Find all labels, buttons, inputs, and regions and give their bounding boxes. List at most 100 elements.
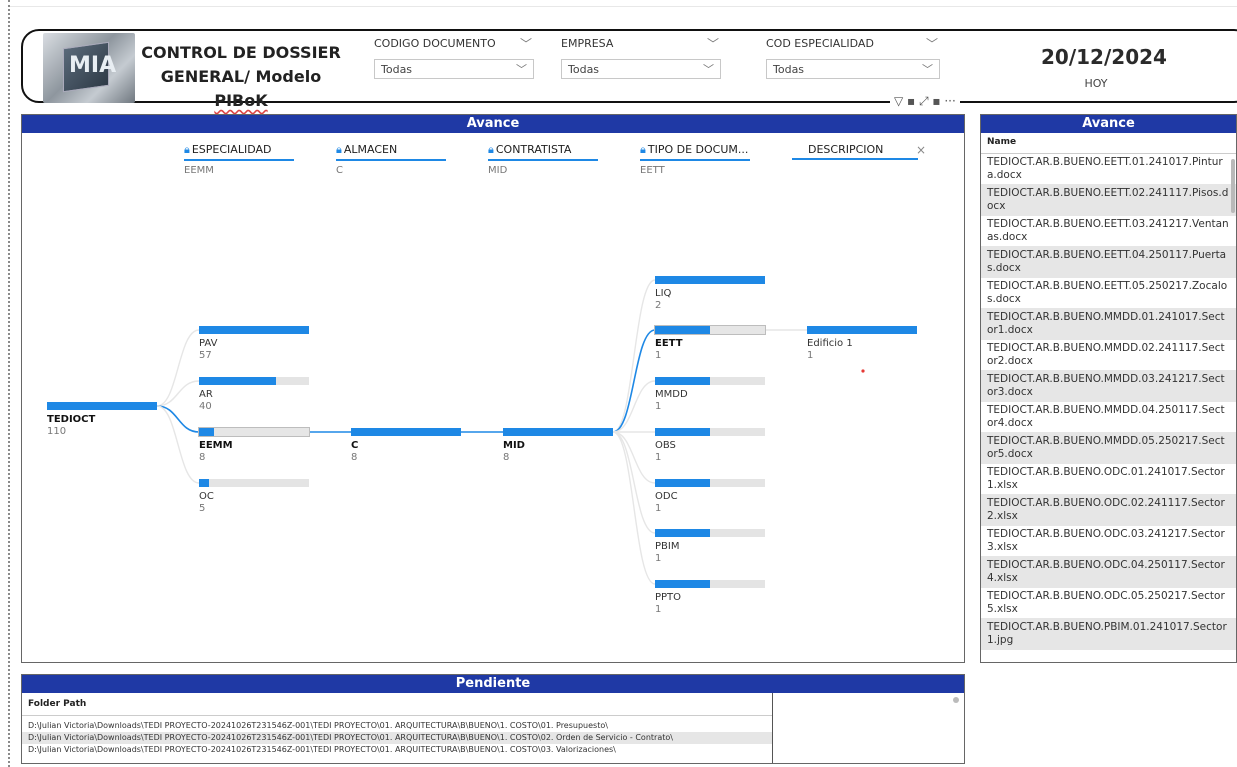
tree-node-mid[interactable]: MID 8 — [503, 428, 613, 463]
node-label: TEDIOCT — [47, 414, 96, 425]
slicer-label: CODIGO DOCUMENTO — [374, 37, 496, 50]
tree-node-eett[interactable]: EETT 1 — [654, 325, 766, 361]
tree-node-obs[interactable]: OBS 1 — [655, 428, 765, 463]
table-row[interactable]: TEDIOCT.AR.B.BUENO.PBIM.01.241017.Sector… — [981, 619, 1236, 650]
chevron-down-icon[interactable]: ﹀ — [707, 35, 719, 52]
table-row[interactable]: TEDIOCT.AR.B.BUENO.EETT.02.241117.Pisos.… — [981, 185, 1236, 216]
node-count: 40 — [199, 401, 212, 412]
node-bar[interactable] — [655, 377, 765, 385]
level-header-descripcion[interactable]: DESCRIPCION × — [792, 143, 926, 160]
node-bar-fill — [655, 529, 710, 537]
slicer-label: COD ESPECIALIDAD — [766, 37, 874, 50]
tree-node-ppto[interactable]: PPTO 1 — [655, 580, 765, 615]
header-card: MIA CONTROL DE DOSSIER GENERAL/ Modelo P… — [21, 29, 1237, 110]
node-bar[interactable] — [655, 479, 765, 487]
table-row[interactable]: D:\Julian Victoria\Downloads\TEDI PROYEC… — [22, 720, 772, 732]
tree-node-eemm[interactable]: EEMM 8 — [198, 427, 310, 463]
scrollbar[interactable] — [953, 697, 959, 703]
node-bar[interactable] — [199, 326, 309, 334]
node-count: 1 — [655, 350, 662, 361]
table-row[interactable]: TEDIOCT.AR.B.BUENO.MMDD.05.250217.Sector… — [981, 433, 1236, 464]
table-row[interactable]: TEDIOCT.AR.B.BUENO.MMDD.02.241117.Sector… — [981, 340, 1236, 371]
slicer-dropdown[interactable]: Todas ﹀ — [374, 59, 534, 79]
current-date: 20/12/2024 — [1041, 45, 1167, 69]
tree-link — [612, 329, 656, 433]
table-row[interactable]: TEDIOCT.AR.B.BUENO.ODC.01.241017.Sector1… — [981, 464, 1236, 495]
close-icon[interactable]: × — [916, 143, 926, 157]
node-bar[interactable] — [655, 428, 765, 436]
level-header-contratista[interactable]: 🔒︎ CONTRATISTA MID — [488, 143, 598, 176]
node-bar[interactable] — [655, 529, 765, 537]
level-header-tipo-documento[interactable]: 🔒︎ TIPO DE DOCUM... EETT — [640, 143, 750, 176]
node-bar[interactable] — [351, 428, 461, 436]
node-count: 1 — [655, 503, 662, 514]
tree-node-liq[interactable]: LIQ 2 — [655, 276, 765, 311]
tree-node-tedioct[interactable]: TEDIOCT 110 — [47, 402, 157, 437]
node-bar[interactable] — [503, 428, 613, 436]
tree-node-oc[interactable]: OC 5 — [199, 479, 309, 514]
slicer-dropdown[interactable]: Todas ﹀ — [766, 59, 940, 79]
table-body: D:\Julian Victoria\Downloads\TEDI PROYEC… — [22, 720, 772, 756]
table-row[interactable]: TEDIOCT.AR.B.BUENO.MMDD.04.250117.Sector… — [981, 402, 1236, 433]
tree-node-pbim[interactable]: PBIM 1 — [655, 529, 765, 564]
tree-node-odc[interactable]: ODC 1 — [655, 479, 765, 514]
slicer-cod-especialidad[interactable]: COD ESPECIALIDAD ﹀ Todas ﹀ — [766, 37, 940, 79]
level-header-especialidad[interactable]: 🔒︎ ESPECIALIDAD EEMM — [184, 143, 294, 176]
node-bar[interactable] — [655, 580, 765, 588]
level-header-almacen[interactable]: 🔒︎ ALMACEN C — [336, 143, 446, 176]
table-row[interactable]: TEDIOCT.AR.B.BUENO.MMDD.01.241017.Sector… — [981, 309, 1236, 340]
tree-node-mmdd[interactable]: MMDD 1 — [655, 377, 765, 412]
slicer-codigo-documento[interactable]: CODIGO DOCUMENTO ﹀ Todas ﹀ — [374, 37, 534, 79]
visual-header-icons[interactable]: ▽ ▪ ⤢ ▪ ··· — [890, 94, 960, 109]
node-bar-fill — [503, 428, 613, 436]
slicer-value: Todas — [381, 63, 413, 76]
tree-node-edificio-1[interactable]: Edificio 11 — [807, 326, 917, 361]
table-row[interactable]: TEDIOCT.AR.B.BUENO.EETT.04.250117.Puerta… — [981, 247, 1236, 278]
tree-link — [156, 405, 200, 484]
table-row[interactable]: TEDIOCT.AR.B.BUENO.ODC.04.250117.Sector4… — [981, 557, 1236, 588]
tree-node-c[interactable]: C8 — [351, 428, 461, 463]
table-row[interactable]: TEDIOCT.AR.B.BUENO.EETT.05.250217.Zocalo… — [981, 278, 1236, 309]
node-bar[interactable] — [654, 325, 766, 335]
table-row[interactable]: D:\Julian Victoria\Downloads\TEDI PROYEC… — [22, 744, 772, 756]
slicer-empresa[interactable]: EMPRESA ﹀ Todas ﹀ — [561, 37, 721, 79]
table-row[interactable]: TEDIOCT.AR.B.BUENO.ODC.03.241217.Sector3… — [981, 526, 1236, 557]
table-row[interactable]: TEDIOCT.AR.B.BUENO.ODC.05.250217.Sector5… — [981, 588, 1236, 619]
table-row[interactable]: TEDIOCT.AR.B.BUENO.EETT.01.241017.Pintur… — [981, 154, 1236, 185]
node-bar[interactable] — [47, 402, 157, 410]
node-bar[interactable] — [198, 427, 310, 437]
node-bar[interactable] — [807, 326, 917, 334]
node-bar[interactable] — [199, 479, 309, 487]
node-bar-fill — [655, 377, 710, 385]
node-bar[interactable] — [199, 377, 309, 385]
node-bar-fill — [47, 402, 157, 410]
table-row[interactable]: D:\Julian Victoria\Downloads\TEDI PROYEC… — [22, 732, 772, 744]
level-label: ESPECIALIDAD — [191, 143, 272, 156]
level-label: ALMACEN — [343, 143, 398, 156]
level-value: EETT — [640, 165, 665, 176]
slicer-dropdown[interactable]: Todas ﹀ — [561, 59, 721, 79]
chevron-down-icon[interactable]: ﹀ — [520, 35, 532, 52]
table-row[interactable]: TEDIOCT.AR.B.BUENO.MMDD.03.241217.Sector… — [981, 371, 1236, 402]
node-bar-fill — [655, 428, 710, 436]
node-count: 1 — [655, 401, 662, 412]
node-bar[interactable] — [655, 276, 765, 284]
node-label: LIQ — [655, 288, 672, 299]
table-row[interactable]: TEDIOCT.AR.B.BUENO.ODC.02.241117.Sector2… — [981, 495, 1236, 526]
node-label: OC — [199, 491, 214, 502]
node-count: 110 — [47, 426, 67, 437]
tree-link — [612, 279, 656, 433]
tree-node-pav[interactable]: PAV 57 — [199, 326, 309, 361]
node-count: 8 — [351, 452, 358, 463]
scrollbar[interactable] — [1231, 159, 1235, 213]
tree-link — [156, 405, 200, 433]
chevron-down-icon[interactable]: ﹀ — [926, 35, 938, 52]
tree-link — [612, 431, 656, 484]
node-bar-fill — [199, 377, 276, 385]
table-row[interactable]: TEDIOCT.AR.B.BUENO.EETT.03.241217.Ventan… — [981, 216, 1236, 247]
column-header-folder-path[interactable]: Folder Path — [22, 693, 772, 716]
column-header-name[interactable]: Name — [981, 133, 1236, 154]
node-label: EEMM — [199, 440, 233, 451]
tree-node-ar[interactable]: AR 40 — [199, 377, 309, 412]
cursor-dot — [861, 369, 865, 373]
